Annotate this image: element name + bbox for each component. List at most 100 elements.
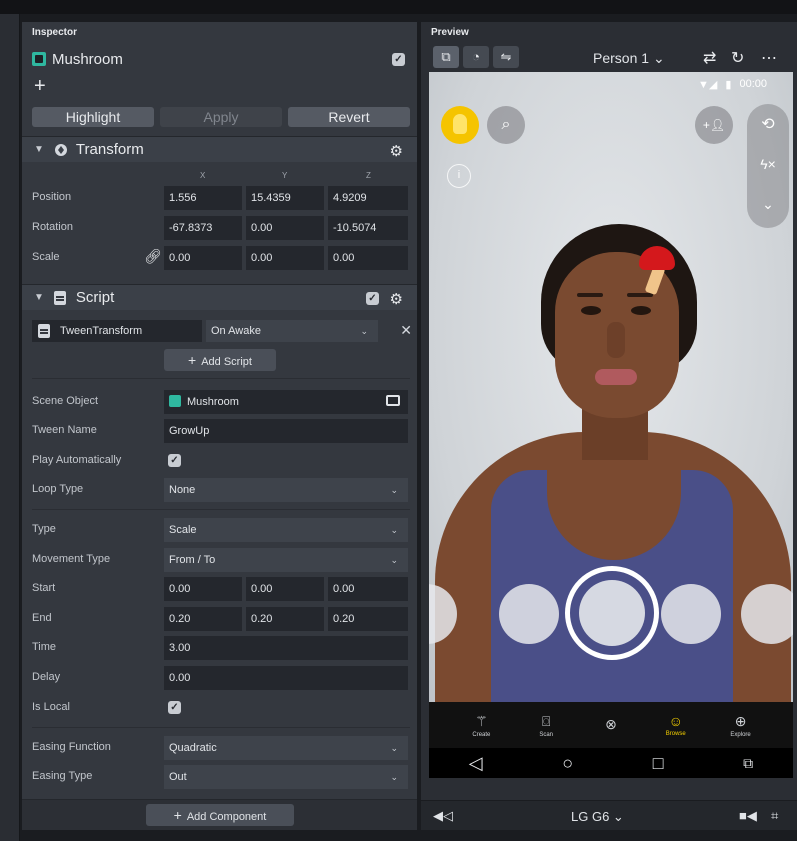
device-view-icon[interactable]: ⧉ (433, 46, 459, 68)
is-local-row: Is Local ✓ (32, 696, 412, 720)
script-trigger-dropdown[interactable]: On Awake ⌄ (206, 320, 378, 342)
delay-label: Delay (32, 671, 61, 683)
sound-icon[interactable]: ◀︎◁ (433, 808, 453, 824)
scene-object-field[interactable]: Mushroom (164, 390, 408, 414)
bitmoji-avatar[interactable] (441, 106, 479, 144)
is-local-checkbox[interactable]: ✓ (168, 701, 181, 714)
flash-off-icon[interactable]: ϟ× (747, 156, 789, 172)
script-asset-field[interactable]: TweenTransform (32, 320, 202, 342)
person-nose (607, 322, 625, 358)
end-x-field[interactable]: 0.20 (164, 607, 242, 631)
back-icon[interactable]: ◁ (469, 753, 483, 774)
object-name[interactable]: Mushroom (52, 51, 123, 68)
refresh-icon[interactable]: ↻ (731, 48, 744, 68)
device-dropdown[interactable]: LG G6 ⌄ (571, 809, 624, 825)
object-enabled-checkbox[interactable]: ✓ (392, 52, 405, 66)
rotation-z-field[interactable]: -10.5074 (328, 216, 408, 240)
home-icon[interactable]: ○ (562, 753, 573, 774)
nav-explore[interactable]: ⊕ Explore (716, 713, 766, 738)
chevron-down-icon[interactable]: ▼ (34, 144, 44, 155)
chevron-down-icon: ⌄ (390, 743, 398, 753)
rotation-y-field[interactable]: 0.00 (246, 216, 324, 240)
play-automatically-row: Play Automatically ✓ (32, 449, 412, 473)
end-z-field[interactable]: 0.20 (328, 607, 408, 631)
swap-camera-icon[interactable]: ⇄ (703, 48, 716, 68)
easing-function-dropdown[interactable]: Quadratic ⌄ (164, 736, 408, 760)
delay-input[interactable]: 0.00 (164, 666, 408, 690)
lens-carousel-item[interactable] (499, 584, 559, 644)
chevron-down-icon: ⌄ (360, 326, 368, 336)
add-component-label: Add Component (186, 811, 267, 823)
position-y-field[interactable]: 15.4359 (246, 186, 324, 210)
rotation-x-field[interactable]: -67.8373 (164, 216, 242, 240)
easing-type-dropdown[interactable]: Out ⌄ (164, 765, 408, 789)
position-x-field[interactable]: 1.556 (164, 186, 242, 210)
start-x-field[interactable]: 0.00 (164, 577, 242, 601)
lens-carousel-item[interactable] (741, 584, 793, 644)
tween-name-input[interactable]: GrowUp (164, 419, 408, 443)
play-automatically-checkbox[interactable]: ✓ (168, 454, 181, 467)
script-section-header[interactable]: ▼ Script ✓ ⚙ (22, 284, 417, 310)
nav-close[interactable]: ⊗ (586, 716, 636, 735)
start-z-field[interactable]: 0.00 (328, 577, 408, 601)
crop-icon[interactable]: ⌗ (771, 808, 778, 824)
phone-preview: ▼◢ ▮ 00:00 ⌕ +👤︎ ⟲ ϟ× ⌄ i ⚚ Create ⌼ Scan … (429, 72, 793, 778)
folder-icon[interactable] (386, 395, 400, 406)
search-icon[interactable]: ⌕ (487, 106, 525, 144)
info-icon[interactable]: i (447, 164, 471, 188)
time-input[interactable]: 3.00 (164, 636, 408, 660)
camera-flip-icon[interactable]: ⇋ (493, 46, 519, 68)
capture-button[interactable] (565, 566, 659, 660)
revert-button[interactable]: Revert (288, 107, 410, 127)
nav-explore-label: Explore (730, 731, 751, 738)
position-label: Position (32, 191, 72, 203)
scale-x-field[interactable]: 0.00 (164, 246, 242, 270)
gear-icon[interactable]: ⚙ (390, 142, 403, 160)
chevron-down-icon[interactable]: ⌄ (747, 196, 789, 213)
person-dropdown[interactable]: Person 1 ⌄ (593, 50, 665, 67)
script-enabled-checkbox[interactable]: ✓ (366, 292, 379, 305)
start-row: Start 0.00 0.00 0.00 (32, 577, 412, 601)
recents-icon[interactable]: □ (653, 753, 664, 774)
video-icon[interactable]: ■◀ (739, 808, 757, 824)
person-brow-right (627, 293, 653, 297)
more-icon[interactable]: ⋯ (761, 48, 777, 68)
nav-browse[interactable]: ☺ Browse (651, 713, 701, 737)
easing-type-value: Out (169, 771, 187, 783)
highlight-button[interactable]: Highlight (32, 107, 154, 127)
lens-carousel-item[interactable] (661, 584, 721, 644)
transform-section-header[interactable]: ▼ Transform ⚙ (22, 136, 417, 162)
scale-y-field[interactable]: 0.00 (246, 246, 324, 270)
script-file-icon (38, 324, 50, 338)
close-icon[interactable]: ✕ (400, 322, 412, 339)
rotation-label: Rotation (32, 221, 73, 233)
add-icon[interactable]: + (34, 76, 46, 96)
movement-type-dropdown[interactable]: From / To ⌄ (164, 548, 408, 572)
chevron-down-icon[interactable]: ▼ (34, 292, 44, 303)
timer-icon[interactable]: ◔ (463, 46, 489, 68)
position-z-field[interactable]: 4.9209 (328, 186, 408, 210)
add-script-button[interactable]: + Add Script (164, 349, 276, 371)
movement-type-label: Movement Type (32, 553, 111, 565)
add-component-button[interactable]: + Add Component (146, 804, 294, 826)
play-automatically-label: Play Automatically (32, 454, 122, 466)
apply-button[interactable]: Apply (160, 107, 282, 127)
end-y-field[interactable]: 0.20 (246, 607, 324, 631)
time-row: Time 3.00 (32, 636, 412, 660)
nav-scan[interactable]: ⌼ Scan (521, 713, 571, 738)
nav-create[interactable]: ⚚ Create (456, 713, 506, 738)
type-dropdown[interactable]: Scale ⌄ (164, 518, 408, 542)
add-friend-icon[interactable]: +👤︎ (695, 106, 733, 144)
loop-type-dropdown[interactable]: None ⌄ (164, 478, 408, 502)
device-name: LG G6 (571, 809, 610, 824)
movement-type-row: Movement Type From / To ⌄ (32, 548, 412, 572)
link-icon[interactable]: 🔗︎ (144, 248, 162, 265)
flip-camera-icon[interactable]: ⟲ (747, 114, 789, 134)
top-strip (0, 0, 797, 14)
gear-icon[interactable]: ⚙ (390, 290, 403, 308)
screen-rotate-icon[interactable]: ⧉ (743, 755, 753, 772)
scale-z-field[interactable]: 0.00 (328, 246, 408, 270)
explore-icon: ⊕ (734, 712, 747, 729)
start-y-field[interactable]: 0.00 (246, 577, 324, 601)
smile-icon: ☺ (668, 713, 683, 729)
